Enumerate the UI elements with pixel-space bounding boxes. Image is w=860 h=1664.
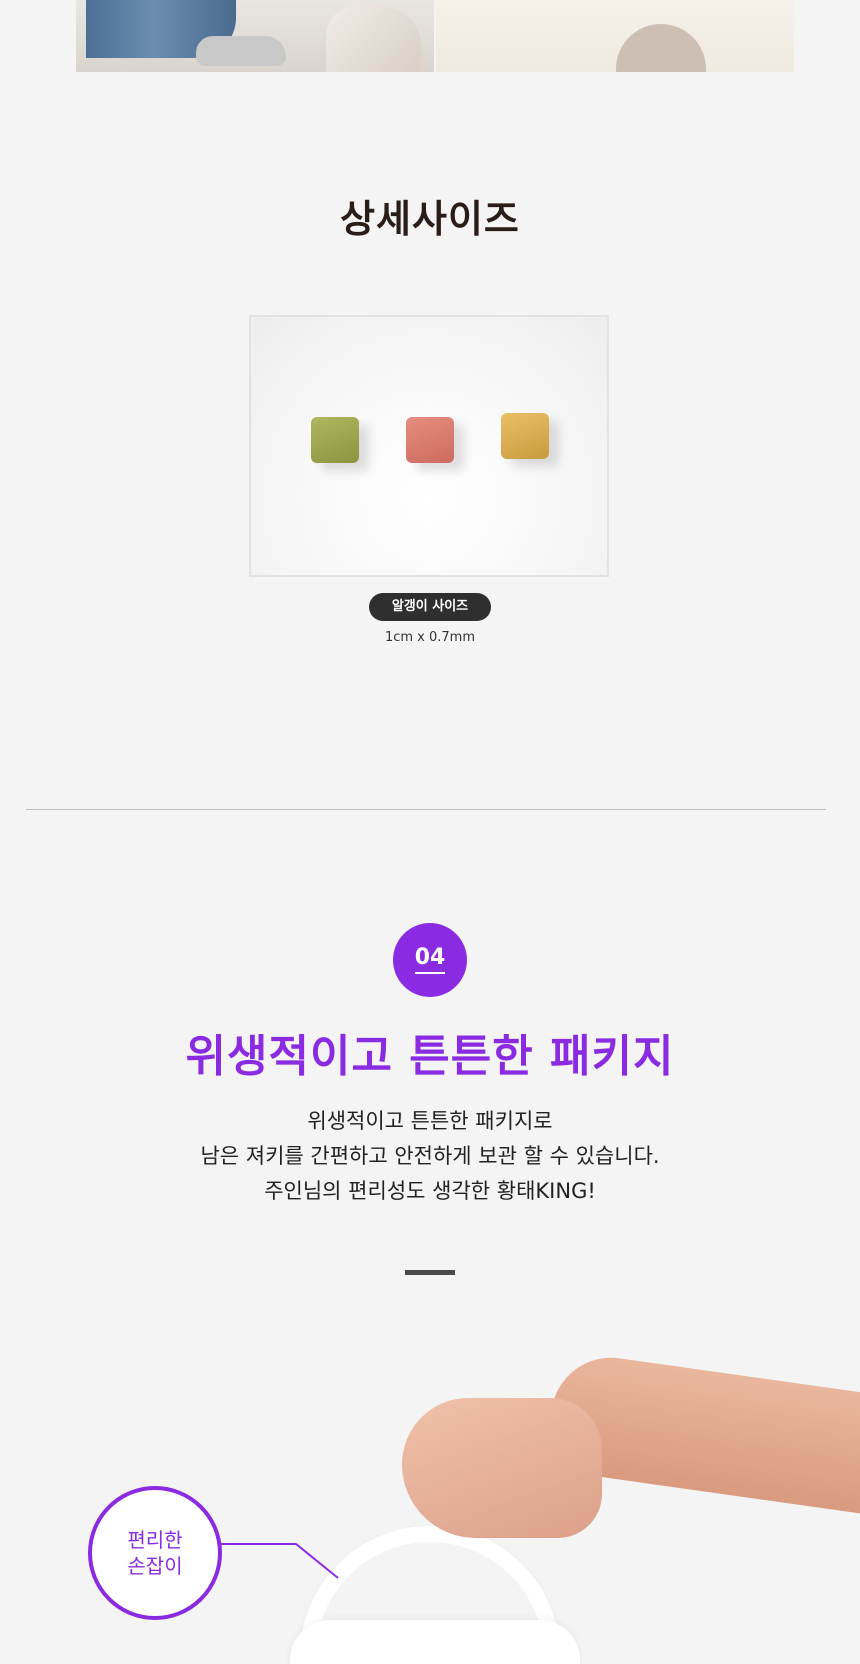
- handle-callout-circle: 편리한 손잡이: [88, 1486, 222, 1620]
- grain-size-value: 1cm x 0.7mm: [384, 630, 476, 645]
- top-photo-strip: [76, 0, 794, 72]
- package-description: 위생적이고 튼튼한 패키지로 남은 져키를 간편하고 안전하게 보관 할 수 있…: [0, 1104, 860, 1209]
- package-headline: 위생적이고 튼튼한 패키지: [185, 1031, 675, 1082]
- pink-cube: [406, 417, 454, 463]
- desc-line-2: 남은 져키를 간편하고 안전하게 보관 할 수 있습니다.: [200, 1144, 660, 1168]
- dog-leg-shape: [326, 6, 421, 72]
- step-number-badge: 04: [393, 923, 467, 997]
- lifestyle-photo-left: [76, 0, 434, 72]
- detail-size-title: 상세사이즈: [340, 197, 520, 241]
- desc-line-1: 위생적이고 튼튼한 패키지로: [307, 1109, 553, 1133]
- callout-line-1: 편리한: [127, 1528, 183, 1552]
- section-divider: [26, 809, 826, 810]
- callout-line-2: 손잡이: [127, 1554, 183, 1578]
- desc-line-3: 주인님의 편리성도 생각한 황태KING!: [264, 1179, 596, 1203]
- step-number: 04: [414, 946, 446, 974]
- yellow-cube: [501, 413, 549, 459]
- product-cubes-photo: [249, 315, 609, 577]
- shoe-shape: [196, 36, 286, 66]
- fabric-shape: [616, 24, 706, 72]
- short-accent-bar: [405, 1270, 455, 1275]
- green-cube: [311, 417, 359, 463]
- lifestyle-photo-right: [436, 0, 794, 72]
- grain-size-badge: 알갱이 사이즈: [369, 593, 491, 621]
